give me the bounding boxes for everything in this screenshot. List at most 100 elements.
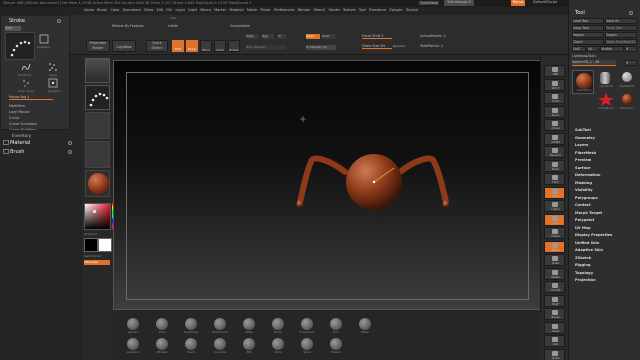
rgb-intensity-slider[interactable]: Rgb Intensity bbox=[246, 45, 286, 50]
menu-item-picker[interactable]: Picker bbox=[260, 8, 270, 12]
mouse-avg-slider[interactable]: Mouse Avg 4 bbox=[9, 95, 53, 100]
lightbox-tools-link[interactable]: Lightbox▸Tools bbox=[572, 54, 612, 58]
curve-functions-subpalette[interactable]: Curve Functions bbox=[9, 122, 59, 126]
tool-thumb-sphere[interactable]: Sphere3D_1 bbox=[572, 70, 594, 94]
move-button[interactable]: Move bbox=[200, 40, 212, 52]
brush-curvetube[interactable]: CurveTube bbox=[208, 338, 232, 356]
shelf-button-local[interactable]: Local bbox=[544, 186, 565, 199]
material-pin-icon[interactable] bbox=[68, 141, 72, 145]
quick-sketch-button[interactable]: Quick Sketch bbox=[146, 40, 168, 52]
shelf-button-persp[interactable]: Persp bbox=[544, 159, 565, 172]
left-limb-tip[interactable] bbox=[296, 200, 304, 208]
tool-section-layers[interactable]: Layers bbox=[575, 143, 637, 150]
current-stroke-thumbnail[interactable] bbox=[5, 32, 35, 60]
brush-trimdynamic[interactable]: TrimDynamic bbox=[295, 318, 319, 336]
current-tool-slider[interactable]: Sphere3D_1 . 48 bbox=[572, 60, 616, 66]
shelf-button-bpr[interactable]: BPR bbox=[544, 65, 565, 77]
freehand-stroke[interactable] bbox=[21, 62, 31, 72]
quicksave-button[interactable]: QuickSave bbox=[418, 0, 440, 6]
menu-item-texture[interactable]: Texture bbox=[343, 8, 356, 12]
shelf-button-line-fill[interactable]: Line Fill bbox=[544, 281, 565, 293]
tool-thumb-sphere-2[interactable]: Sphere3D_1 bbox=[617, 92, 637, 112]
m-button[interactable]: M bbox=[278, 34, 286, 39]
see-through-slider[interactable]: See-through 0 bbox=[444, 0, 474, 6]
palette-pin-icon[interactable] bbox=[57, 19, 61, 23]
shelf-button-rotate[interactable]: Rotate bbox=[544, 267, 565, 280]
edit-button[interactable]: Edit bbox=[172, 40, 184, 52]
gradient-label[interactable]: Gradient bbox=[84, 232, 112, 236]
tool-section-zsketch[interactable]: ZSketch bbox=[575, 256, 637, 263]
brush-zmodeler[interactable]: ZModeler bbox=[150, 338, 174, 356]
rgb-button[interactable]: Rgb bbox=[262, 34, 274, 39]
brush-flatten[interactable]: Flatten bbox=[353, 318, 377, 336]
menu-item-brush[interactable]: Brush bbox=[97, 8, 107, 12]
tool-section-contact[interactable]: Contact bbox=[575, 203, 637, 210]
projection-master-button[interactable]: Projection Master bbox=[86, 40, 110, 52]
copy-tool-button[interactable]: Copy Tool bbox=[572, 25, 604, 31]
shelf-button-zoom[interactable]: Zoom bbox=[544, 105, 565, 118]
shelf-button-frame[interactable]: Frame bbox=[544, 227, 565, 239]
lightbox-button[interactable]: LightBox bbox=[112, 40, 136, 52]
menu-item-movie[interactable]: Movie bbox=[247, 8, 257, 12]
menu-item-edit[interactable]: Edit bbox=[156, 8, 163, 12]
menu-item-render[interactable]: Render bbox=[298, 8, 310, 12]
brush-claybuildup[interactable]: ClayBuildup bbox=[179, 318, 203, 336]
inflate-slider[interactable]: Inflate bbox=[168, 24, 204, 29]
import-button[interactable]: Import bbox=[572, 32, 604, 38]
right-limb-tip[interactable] bbox=[442, 200, 450, 208]
rotate-button[interactable]: Rotate bbox=[228, 40, 240, 52]
menu-item-file[interactable]: File bbox=[166, 8, 172, 12]
shelf-button-floor[interactable]: Floor bbox=[544, 173, 565, 185]
tool-section-polygroups[interactable]: Polygroups bbox=[575, 196, 637, 203]
brush-move[interactable]: Move bbox=[150, 318, 174, 336]
shelf-button-polyf[interactable]: PolyF bbox=[544, 294, 565, 307]
focal-shift-slider[interactable]: Focal Shift 0 bbox=[362, 34, 392, 39]
shelf-button-scroll[interactable]: Scroll bbox=[544, 92, 565, 104]
draw-size-slider[interactable]: Draw Size 64 bbox=[362, 44, 392, 49]
menu-item-stencil[interactable]: Stencil bbox=[313, 8, 325, 12]
z-intensity-slider[interactable]: Z Intensity 25 bbox=[306, 45, 336, 50]
menu-item-color[interactable]: Color bbox=[110, 8, 119, 12]
group-visible-button[interactable]: GroupVisible bbox=[230, 24, 260, 29]
tool-thumb-polymesh[interactable]: PolyMesh3D bbox=[617, 70, 637, 90]
alternate-button[interactable]: Alternate bbox=[84, 260, 110, 265]
right-limb[interactable] bbox=[397, 155, 449, 205]
menus-button[interactable]: Menus bbox=[511, 0, 525, 6]
draw-button[interactable]: Draw bbox=[186, 40, 198, 52]
paste-tool-button[interactable]: Paste Tool bbox=[605, 25, 637, 31]
tool-section-projection[interactable]: Projection bbox=[575, 278, 637, 285]
menu-item-draw[interactable]: Draw bbox=[144, 8, 153, 12]
tool-section-geometry[interactable]: Geometry bbox=[575, 136, 637, 143]
inventory-subpalette[interactable]: Inventory bbox=[12, 133, 52, 138]
tool-section-preview[interactable]: Preview bbox=[575, 158, 637, 165]
menu-item-marker[interactable]: Marker bbox=[214, 8, 226, 12]
default-zscript-button[interactable]: DefaultZScript bbox=[527, 0, 563, 6]
zsub-button[interactable]: Zsub bbox=[322, 34, 336, 39]
tool-thumb-cylinder[interactable]: Cylinder3D bbox=[596, 70, 616, 90]
tool-section-rigging[interactable]: Rigging bbox=[575, 263, 637, 270]
brush-inflate[interactable]: Inflate bbox=[237, 318, 261, 336]
visible-button[interactable]: Visible bbox=[600, 46, 624, 52]
shelf-button-solo[interactable]: Solo bbox=[544, 335, 565, 347]
tool-section-display-properties[interactable]: Display Properties bbox=[575, 233, 637, 240]
shelf-button-l-sym[interactable]: L.Sym bbox=[544, 200, 565, 212]
menu-item-transform[interactable]: Transform bbox=[369, 8, 386, 12]
mrgb-button[interactable]: Mrgb bbox=[246, 34, 258, 39]
brush-snakehook[interactable]: Snakehook bbox=[121, 338, 145, 356]
zadd-button[interactable]: Zadd bbox=[306, 34, 320, 39]
r2-button[interactable]: R bbox=[625, 60, 637, 66]
clone-button[interactable]: Clone bbox=[572, 39, 604, 45]
all-button[interactable]: All bbox=[587, 46, 599, 52]
menu-item-document[interactable]: Document bbox=[123, 8, 141, 12]
brush-hpolish[interactable]: hPolish bbox=[266, 318, 290, 336]
alpha-thumbnail[interactable] bbox=[85, 112, 110, 139]
brush-pinch[interactable]: Pinch bbox=[324, 318, 348, 336]
shelf-button-move[interactable]: Move bbox=[544, 240, 565, 253]
menu-item-alpha[interactable]: Alpha bbox=[84, 8, 94, 12]
left-limb[interactable] bbox=[297, 155, 348, 205]
brush-stroke[interactable]: Stroke bbox=[295, 338, 319, 356]
brush-palette[interactable]: Brush bbox=[10, 149, 50, 155]
zsphere-model[interactable] bbox=[290, 150, 470, 215]
menu-item-material[interactable]: Material bbox=[229, 8, 243, 12]
secondary-color-swatch[interactable] bbox=[98, 238, 112, 252]
